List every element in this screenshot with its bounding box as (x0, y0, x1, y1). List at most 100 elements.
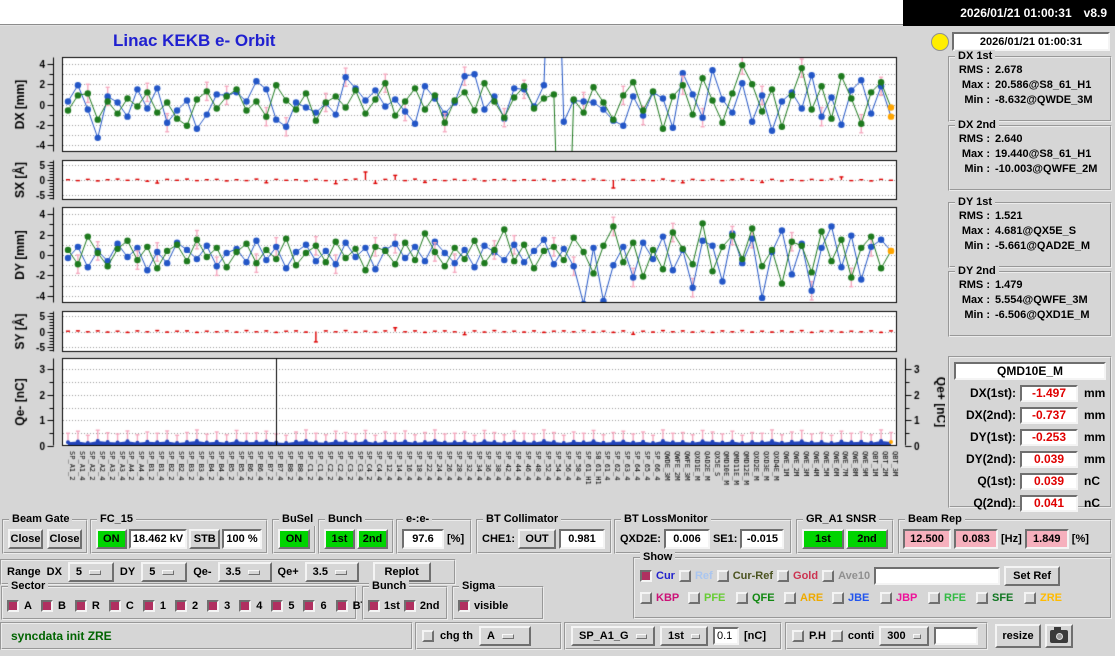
show-title: Show (640, 551, 676, 564)
stat-line: Min : -8.632@QWDE_3M (964, 94, 1093, 106)
range-dx-label: DX (46, 566, 62, 578)
monitor-row: DY(1st): -0.253 mm (969, 428, 1106, 446)
sp-bunch-select[interactable]: 1st (660, 626, 708, 646)
show-group: Show Cur Ref Cur-Ref Gold Ave10 Set Ref … (633, 551, 1112, 619)
sector-r-checkbox[interactable] (74, 599, 87, 612)
sector-2-checkbox[interactable] (174, 599, 187, 612)
fc15-stb-button[interactable]: STB (189, 529, 221, 549)
show-pfe-checkbox[interactable] (688, 592, 700, 604)
ref-name-input[interactable] (874, 567, 1001, 585)
bunch-2nd-button[interactable]: 2nd (357, 529, 388, 549)
dx-2nd-stats-title: DX 2nd (955, 119, 999, 132)
set-ref-button[interactable]: Set Ref (1004, 566, 1061, 586)
option-menu-icon (635, 633, 647, 639)
replot-button[interactable]: Replot (372, 562, 431, 582)
sector-b-checkbox[interactable] (40, 599, 53, 612)
sector-title: Sector (8, 580, 49, 593)
show-jbp-checkbox[interactable] (880, 592, 892, 604)
stat-line: RMS :2.640 (958, 133, 1023, 145)
show-rfe-label: RFE (944, 592, 966, 604)
che1-out-button[interactable]: OUT (518, 529, 557, 549)
sector-bt-checkbox[interactable] (335, 599, 348, 612)
status-indicator (931, 33, 949, 51)
bpm-monitor-title: QMD10E_M (954, 362, 1106, 380)
beam-gate-close-1-button[interactable]: Close (8, 529, 43, 549)
gr-a1-snsr-title: GR_A1 SNSR (803, 513, 880, 526)
range-label: Range (7, 566, 41, 578)
show-ref-checkbox[interactable] (678, 570, 691, 582)
conti-checkbox[interactable] (830, 630, 843, 642)
monitor-row: DY(2nd): 0.039 mm (966, 450, 1106, 468)
show-kbp-checkbox[interactable] (640, 592, 652, 604)
sector-5-checkbox[interactable] (271, 599, 284, 612)
gr-a1-snsr-group: GR_A1 SNSR 1st 2nd (796, 513, 894, 554)
monitor-value: 0.039 (1020, 450, 1078, 468)
show-ave10-checkbox[interactable] (822, 570, 835, 582)
sector-6-checkbox[interactable] (303, 599, 316, 612)
monitor-row: DX(2nd): -0.737 mm (966, 406, 1106, 424)
resize-button[interactable]: resize (995, 624, 1041, 648)
threshold-input[interactable] (713, 627, 739, 645)
beam-gate-title: Beam Gate (9, 513, 73, 526)
bunch-1st-checkbox[interactable] (368, 599, 380, 612)
screenshot-button[interactable] (1045, 624, 1073, 648)
show-are-checkbox[interactable] (784, 592, 796, 604)
show-rfe-checkbox[interactable] (928, 592, 940, 604)
dx-2nd-stats-group: DX 2nd RMS :2.640 Max :19.440@S8_61_H1 M… (948, 119, 1112, 191)
fc15-on-button[interactable]: ON (96, 529, 127, 549)
range-dx-select[interactable]: 5 (67, 562, 114, 582)
che1-value-field: 0.981 (559, 529, 606, 549)
range-qem-select[interactable]: 3.5 (217, 562, 272, 582)
sp-select-panel: SP_A1_G 1st [nC] (564, 622, 782, 650)
status-message-panel: syncdata init ZRE (0, 622, 413, 650)
chg-th-checkbox[interactable] (422, 630, 434, 642)
snsr-1st-button[interactable]: 1st (802, 529, 844, 549)
sector-a-checkbox[interactable] (7, 599, 19, 612)
chg-sector-select[interactable]: A (479, 626, 531, 646)
beam-rep-title: Beam Rep (905, 513, 965, 526)
dy-2nd-stats-group: DY 2nd RMS :1.479 Max :5.554@QWFE_3M Min… (948, 265, 1112, 337)
show-cur-checkbox[interactable] (640, 570, 652, 582)
show-qfe-checkbox[interactable] (736, 592, 748, 604)
sector-c-checkbox[interactable] (108, 599, 121, 612)
range-qep-select[interactable]: 3.5 (304, 562, 359, 582)
bt-lossmonitor-group: BT LossMonitor QXD2E: 0.006 SE1: -0.015 (614, 513, 792, 554)
show-cur-ref-checkbox[interactable] (716, 570, 729, 582)
stat-line: RMS :2.678 (958, 64, 1023, 76)
show-gold-checkbox[interactable] (777, 570, 790, 582)
beam-gate-close-2-button[interactable]: Close (47, 529, 82, 549)
show-sfe-checkbox[interactable] (976, 592, 988, 604)
status-message: syncdata init ZRE (11, 629, 112, 643)
sigma-visible-checkbox[interactable] (458, 599, 470, 612)
sector-3-checkbox[interactable] (207, 599, 220, 612)
dx-1st-stats-group: DX 1st RMS :2.678 Max :20.586@S8_61_H1 M… (948, 50, 1112, 122)
sigma-visible-label: visible (474, 599, 509, 612)
ph-label: P.H (809, 630, 826, 642)
bt-lossmonitor-title: BT LossMonitor (621, 513, 711, 526)
extra-input[interactable] (934, 627, 979, 645)
sector-4-checkbox[interactable] (239, 599, 252, 612)
snsr-2nd-button[interactable]: 2nd (846, 529, 888, 549)
busel-on-button[interactable]: ON (278, 529, 310, 549)
sp-bpm-select[interactable]: SP_A1_G (571, 626, 655, 646)
show-zre-checkbox[interactable] (1024, 592, 1036, 604)
sector-1-checkbox[interactable] (142, 599, 155, 612)
bunch-2nd-checkbox[interactable] (403, 599, 416, 612)
option-menu-icon (334, 569, 347, 575)
interval-select[interactable]: 300 (879, 626, 930, 646)
sector-1-label: 1 (159, 599, 166, 612)
eratio-title: e-:e- (403, 513, 433, 526)
range-qep-label: Qe+ (277, 566, 299, 578)
ph-checkbox[interactable] (792, 630, 804, 642)
acquisition-panel: P.H conti 300 (785, 622, 988, 650)
beam-gate-group: Beam Gate Close Close (2, 513, 88, 554)
range-dy-select[interactable]: 5 (141, 562, 188, 582)
chg-th-label: chg th (440, 630, 473, 642)
show-jbe-checkbox[interactable] (832, 592, 844, 604)
beam-rep-v1-field: 12.500 (903, 529, 951, 549)
bunch-filter-group: Bunch 1st 2nd (362, 580, 448, 620)
sector-r-label: R (91, 599, 100, 612)
stat-line: Max :19.440@S8_61_H1 (961, 148, 1092, 160)
show-kbp-label: KBP (656, 592, 680, 604)
bunch-1st-button[interactable]: 1st (324, 529, 355, 549)
